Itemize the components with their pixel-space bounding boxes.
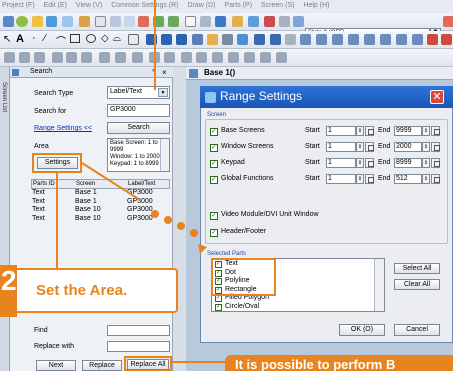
step2-number: 2 [0,265,17,317]
callout-connectors [56,0,225,363]
replace-all-callout: It is possible to perform B [225,355,453,371]
step2-text: Set the Area. [36,282,128,299]
